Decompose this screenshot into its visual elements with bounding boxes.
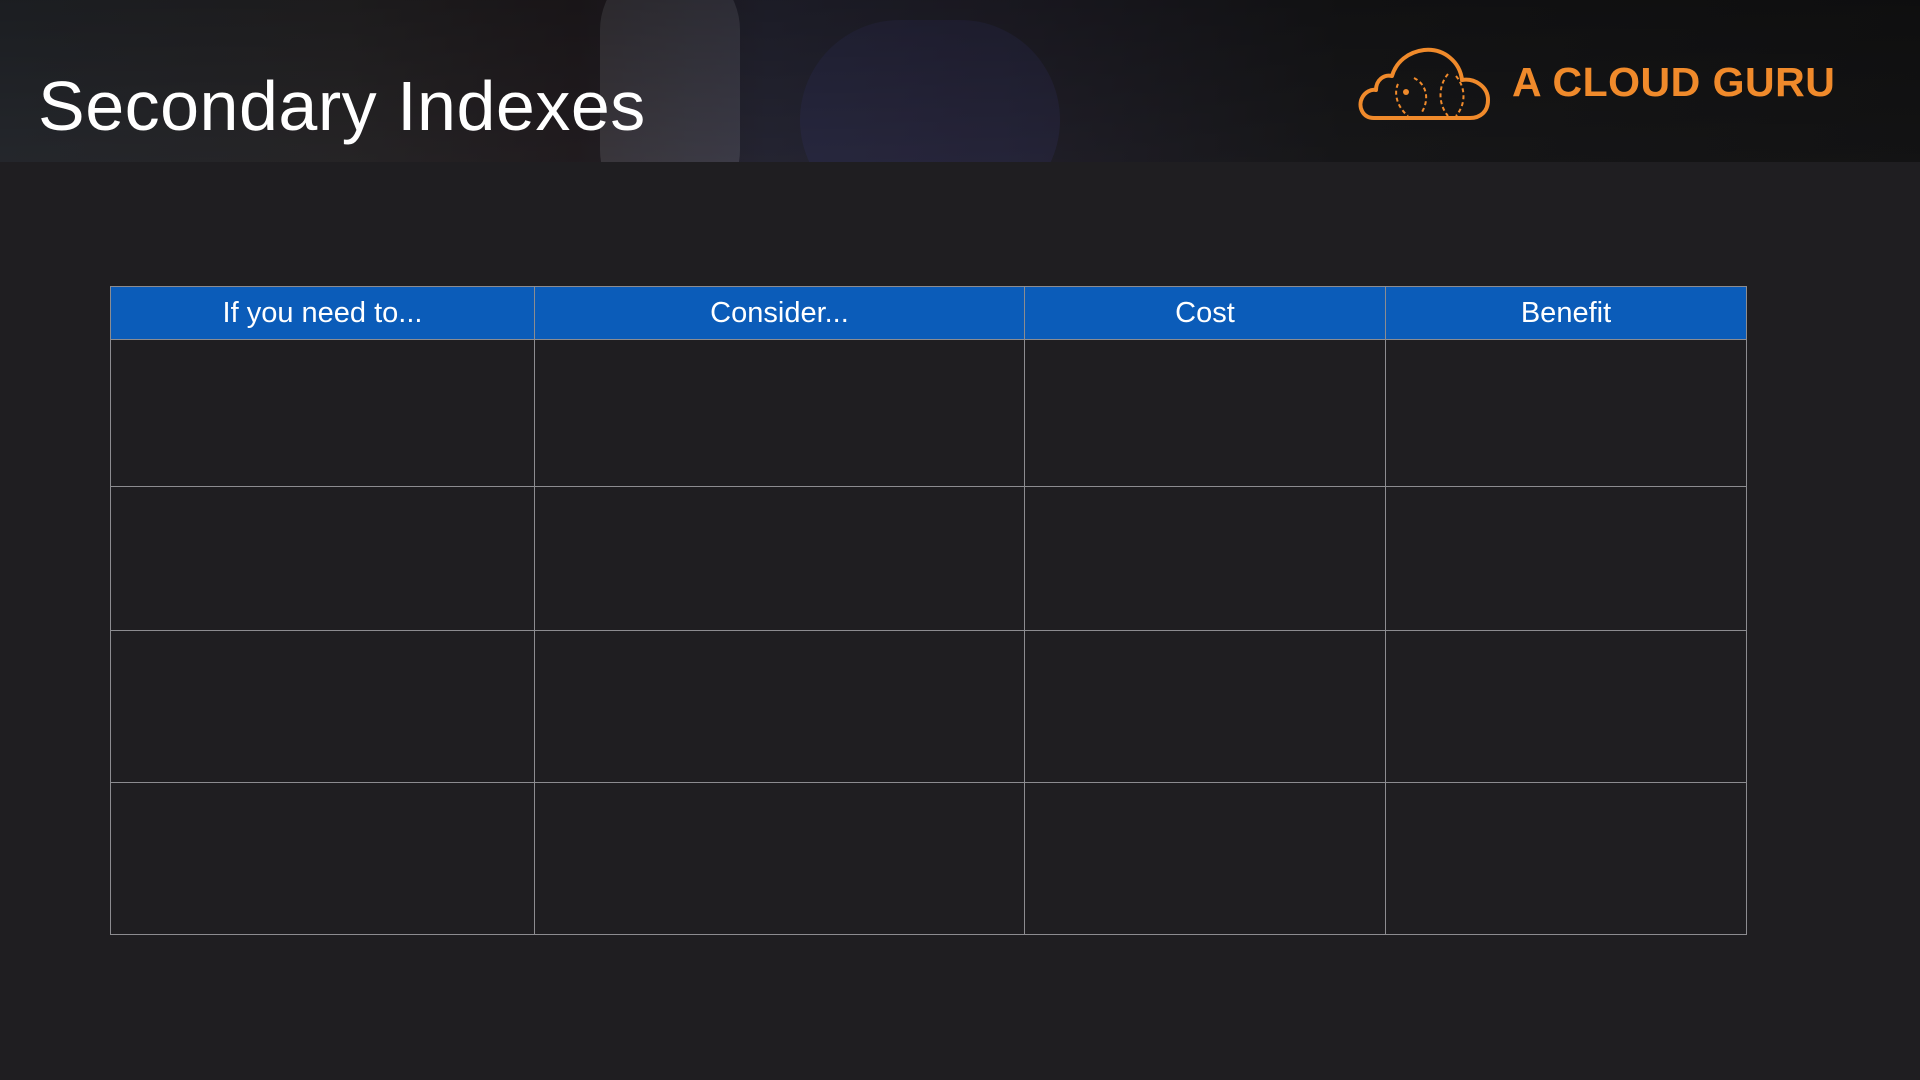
table-cell (534, 782, 1025, 935)
table-cell (1024, 630, 1386, 783)
table-row (110, 486, 1747, 631)
cloud-icon (1358, 47, 1490, 120)
table-cell (110, 782, 535, 935)
table-row (110, 782, 1747, 935)
slide-title: Secondary Indexes (38, 67, 646, 145)
table-cell (534, 339, 1025, 487)
table-header-row: If you need to... Consider... Cost Benef… (110, 286, 1747, 340)
table-cell (534, 486, 1025, 631)
table-cell (110, 339, 535, 487)
table-cell (110, 630, 535, 783)
brand-name: A CLOUD GURU (1512, 58, 1836, 105)
column-header-cost: Cost (1024, 286, 1386, 340)
table-cell (1385, 630, 1747, 783)
table-cell (534, 630, 1025, 783)
table-cell (1385, 486, 1747, 631)
table-row (110, 339, 1747, 487)
column-header-consider: Consider... (534, 286, 1025, 340)
column-header-benefit: Benefit (1385, 286, 1747, 340)
table-cell (1385, 782, 1747, 935)
table-cell (1024, 486, 1386, 631)
table-row (110, 630, 1747, 783)
table-cell (1385, 339, 1747, 487)
brand-logo: A CLOUD GURU (1356, 40, 1835, 124)
comparison-table: If you need to... Consider... Cost Benef… (110, 286, 1747, 935)
table-cell (1024, 782, 1386, 935)
table-cell (1024, 339, 1386, 487)
column-header-need: If you need to... (110, 286, 535, 340)
table-cell (110, 486, 535, 631)
